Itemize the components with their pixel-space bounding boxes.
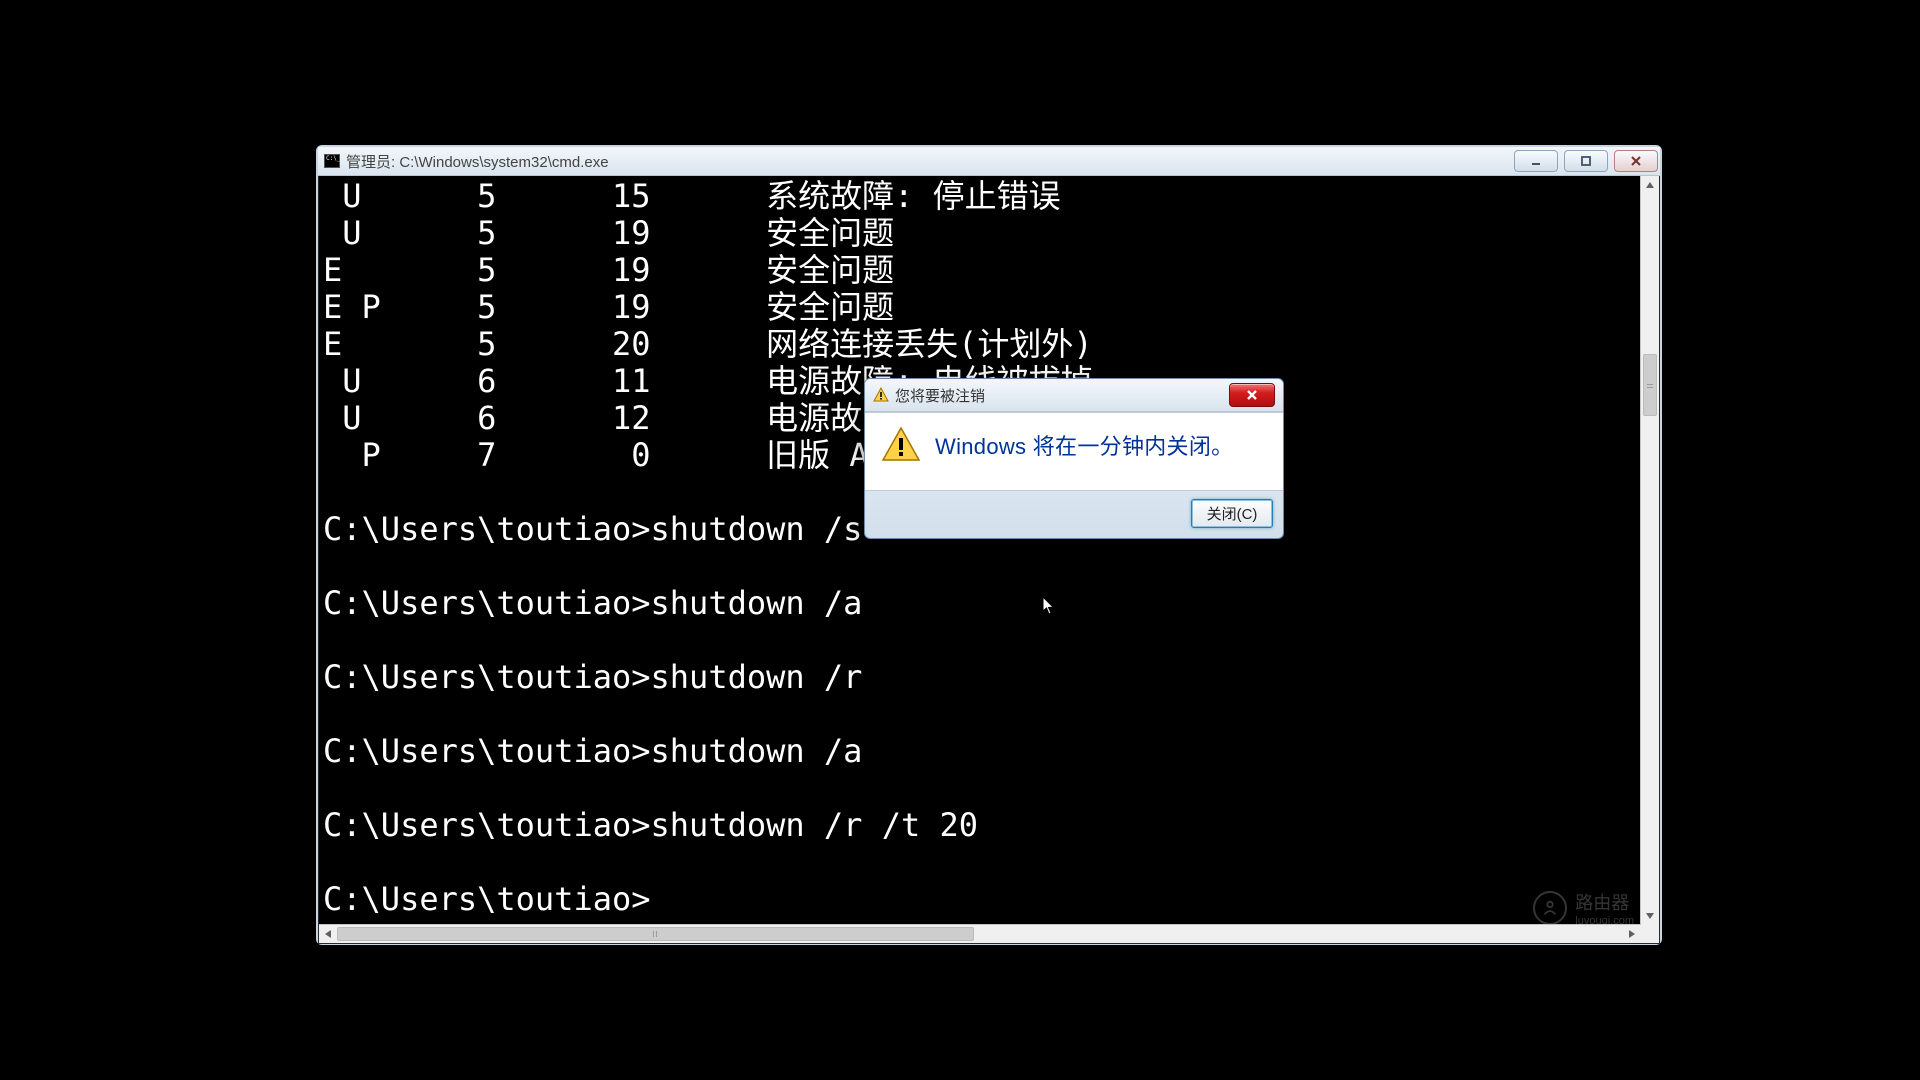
title-bar[interactable]: 管理员: C:\Windows\system32\cmd.exe (318, 147, 1660, 176)
scroll-left-arrow-icon[interactable] (319, 925, 337, 943)
output-row: E 5 20 网络连接丢失(计划外) (323, 325, 1093, 363)
warning-icon (873, 387, 889, 403)
command-line: C:\Users\toutiao>shutdown /s (323, 510, 862, 548)
dialog-close-action-button[interactable]: 关闭(C) (1191, 499, 1273, 528)
output-row: U 5 19 安全问题 (323, 214, 894, 252)
command-line: C:\Users\toutiao>shutdown /r (323, 658, 862, 696)
dialog-title-bar[interactable]: 您将要被注销 (865, 379, 1283, 412)
command-line: C:\Users\toutiao>shutdown /a (323, 584, 862, 622)
watermark-logo-icon (1533, 891, 1567, 925)
dialog-title: 您将要被注销 (895, 385, 985, 406)
horizontal-scroll-track[interactable] (337, 925, 1623, 943)
warning-icon (881, 425, 921, 470)
vertical-scroll-thumb[interactable] (1643, 354, 1657, 416)
horizontal-scroll-thumb[interactable] (337, 927, 974, 941)
maximize-button[interactable] (1564, 150, 1608, 172)
vertical-scrollbar[interactable] (1640, 176, 1659, 925)
output-row: E P 5 19 安全问题 (323, 288, 894, 326)
watermark-text-2: luyouqi.com (1575, 915, 1634, 927)
dialog-close-button[interactable] (1229, 383, 1275, 407)
terminal-client-area: U 5 15 系统故障: 停止错误 U 5 19 安全问题 E 5 19 安全问… (318, 176, 1660, 944)
watermark: 路由器 luyouqi.com (1533, 889, 1634, 927)
dialog-body: Windows 将在一分钟内关闭。 (865, 412, 1283, 491)
vertical-scroll-track[interactable] (1641, 194, 1659, 907)
terminal-output[interactable]: U 5 15 系统故障: 停止错误 U 5 19 安全问题 E 5 19 安全问… (319, 176, 1641, 925)
output-row: E 5 19 安全问题 (323, 251, 894, 289)
mouse-cursor-icon (1042, 596, 1056, 616)
dialog-footer: 关闭(C) (865, 491, 1283, 538)
dialog-message: Windows 将在一分钟内关闭。 (935, 425, 1233, 461)
minimize-button[interactable] (1514, 150, 1558, 172)
horizontal-scrollbar[interactable] (319, 924, 1641, 943)
scrollbar-corner (1641, 925, 1659, 943)
scroll-down-arrow-icon[interactable] (1641, 907, 1659, 925)
cmd-window: 管理员: C:\Windows\system32\cmd.exe U 5 (316, 145, 1662, 945)
command-line: C:\Users\toutiao>shutdown /a (323, 732, 862, 770)
shutdown-dialog[interactable]: 您将要被注销 Windows 将在一分钟内关闭。 关闭(C) (864, 378, 1284, 539)
cmd-icon (324, 154, 340, 168)
window-title: 管理员: C:\Windows\system32\cmd.exe (346, 151, 609, 172)
scroll-right-arrow-icon[interactable] (1623, 925, 1641, 943)
command-prompt: C:\Users\toutiao> (323, 880, 651, 918)
close-button[interactable] (1614, 150, 1658, 172)
command-line: C:\Users\toutiao>shutdown /r /t 20 (323, 806, 978, 844)
watermark-text-1: 路由器 (1575, 889, 1634, 915)
scroll-up-arrow-icon[interactable] (1641, 176, 1659, 194)
output-row: U 5 15 系统故障: 停止错误 (323, 177, 1061, 215)
